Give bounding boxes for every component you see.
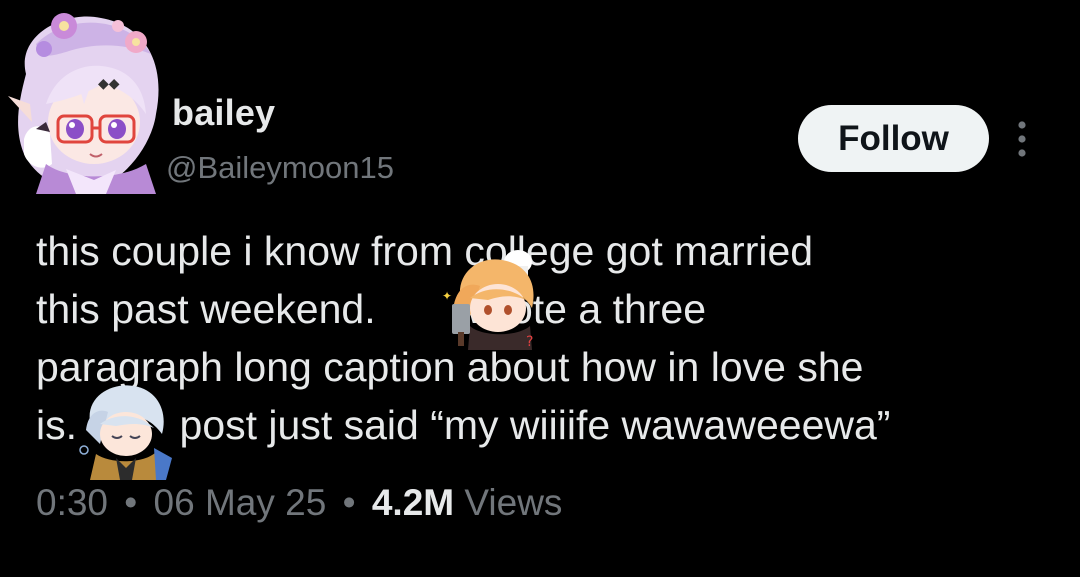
svg-text:✦: ✦ <box>442 289 452 303</box>
tweet-text-line: is. post just said “my wiiiife wawaweeew… <box>36 402 891 448</box>
chef-character-sticker: ? ✦ <box>442 250 534 350</box>
svg-text:?: ? <box>526 334 533 350</box>
svg-text:◆◆: ◆◆ <box>98 76 120 92</box>
author-display-name[interactable]: bailey <box>172 92 275 134</box>
meta-separator: • <box>124 482 138 523</box>
views-label[interactable]: Views <box>464 482 562 523</box>
follow-button[interactable]: Follow <box>798 105 989 172</box>
tweet-card: ◆◆ bailey @Baileymoon15 Follow this coup… <box>0 0 1080 577</box>
more-vertical-icon[interactable] <box>1008 118 1036 160</box>
author-handle[interactable]: @Baileymoon15 <box>166 150 394 186</box>
tweet-time[interactable]: 0:30 <box>36 482 108 523</box>
meta-separator: • <box>342 482 356 523</box>
views-count[interactable]: 4.2M <box>372 482 454 523</box>
tweet-date[interactable]: 06 May 25 <box>154 482 327 523</box>
avatar[interactable]: ◆◆ <box>6 4 170 194</box>
sleeping-character-sticker <box>79 385 172 480</box>
tweet-meta: 0:30 • 06 May 25 • 4.2M Views <box>36 482 562 524</box>
